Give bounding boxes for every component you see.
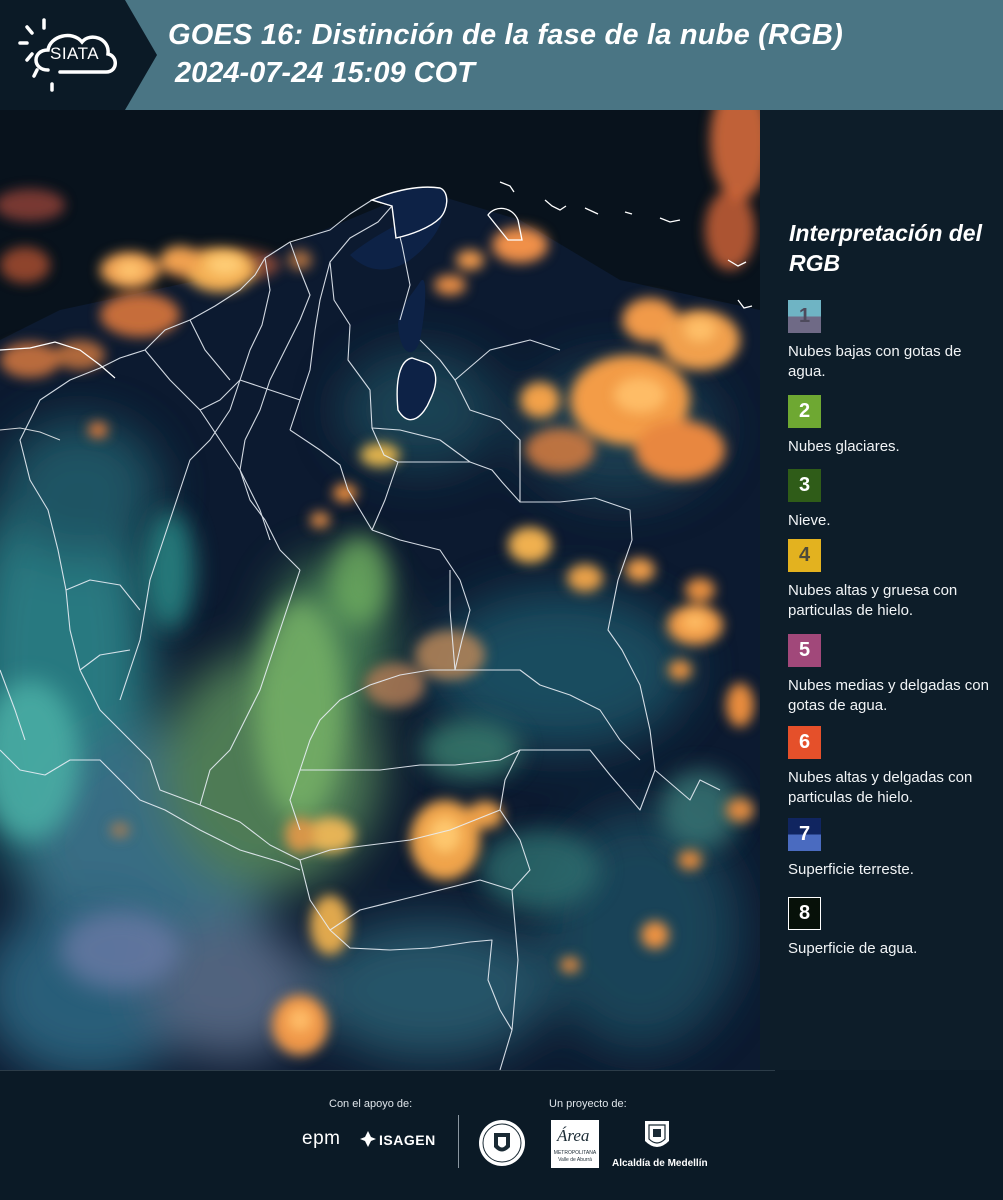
legend-number: 4: [798, 544, 811, 566]
legend-number: 8: [798, 902, 811, 924]
medellin-logo-text: Alcaldía de Medellín: [612, 1158, 708, 1169]
legend-item-6: 6 Nubes altas y delgadas con particulas …: [788, 726, 1000, 808]
legend-swatch: 5: [788, 634, 821, 667]
legend-item-2: 2 Nubes glaciares.: [788, 395, 1000, 457]
footer: Con el apoyo de: Un proyecto de: epm ISA…: [0, 1070, 1003, 1200]
legend-item-5: 5 Nubes medias y delgadas con gotas de a…: [788, 634, 1000, 716]
area-logo-sub: METROPOLITANA: [553, 1150, 597, 1156]
page-timestamp: 2024-07-24 15:09 COT: [175, 57, 475, 89]
legend-label: Nubes bajas con gotas de agua.: [788, 343, 962, 380]
antioquia-seal-icon: [479, 1120, 525, 1166]
legend-number: 1: [798, 305, 811, 327]
legend-swatch: 1: [788, 300, 821, 333]
isagen-logo-icon: [360, 1131, 376, 1147]
legend-number: 5: [798, 639, 811, 661]
satellite-rgb-image: [0, 110, 760, 1070]
header-chevron: [125, 0, 157, 110]
legend-title: Interpretación del RGB: [789, 220, 982, 276]
legend-number: 3: [798, 474, 811, 496]
legend-item-3: 3 Nieve.: [788, 469, 1000, 531]
legend-label: Nubes glaciares.: [788, 438, 900, 455]
satellite-map: [0, 110, 760, 1070]
legend-swatch: 4: [788, 539, 821, 572]
page-title: GOES 16: Distinción de la fase de la nub…: [168, 19, 843, 51]
legend-swatch: 8: [788, 897, 821, 930]
legend-label: Nubes altas y gruesa con particulas de h…: [788, 582, 958, 619]
legend-label: Nieve.: [788, 512, 831, 529]
project-caption: Un proyecto de:: [549, 1098, 627, 1110]
siata-logo-text: SIATA: [50, 44, 100, 63]
legend-swatch: 7: [788, 818, 821, 851]
legend-swatch: 2: [788, 395, 821, 428]
legend-item-8: 8 Superficie de agua.: [788, 897, 1000, 959]
legend-number: 2: [798, 400, 811, 422]
legend-item-1: 1 Nubes bajas con gotas de agua.: [788, 300, 1000, 382]
legend-label: Nubes altas y delgadas con particulas de…: [788, 769, 973, 806]
legend-number: 7: [798, 823, 811, 845]
legend-item-7: 7 Superficie terreste.: [788, 818, 1000, 880]
legend-label: Superficie de agua.: [788, 940, 918, 957]
epm-logo: epm: [302, 1128, 341, 1149]
area-logo-text: Área: [557, 1126, 590, 1145]
legend-item-4: 4 Nubes altas y gruesa con particulas de…: [788, 539, 1000, 621]
header-bar: SIATA GOES 16: Distinción de la fase de …: [0, 0, 1003, 110]
legend-swatch: 6: [788, 726, 821, 759]
support-caption: Con el apoyo de:: [329, 1098, 413, 1110]
isagen-logo: ISAGEN: [379, 1132, 436, 1148]
legend-label: Nubes medias y delgadas con gotas de agu…: [788, 677, 989, 714]
medellin-shield-icon: [645, 1121, 669, 1147]
area-logo-sub2: Valle de Aburrá: [558, 1157, 592, 1163]
area-metropolitana-logo: Área METROPOLITANA Valle de Aburrá: [551, 1120, 599, 1168]
footer-separator: [458, 1115, 459, 1168]
legend-swatch: 3: [788, 469, 821, 502]
legend-panel: Interpretación del RGB 1 Nubes bajas con…: [760, 110, 1003, 1070]
footer-divider: [0, 1070, 775, 1071]
legend-number: 6: [798, 731, 811, 753]
legend-label: Superficie terreste.: [788, 861, 914, 878]
